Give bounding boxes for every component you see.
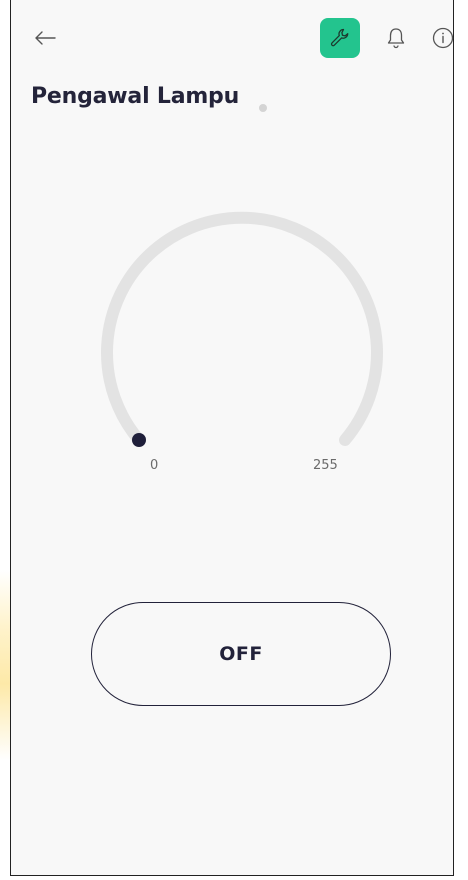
brightness-slider[interactable] <box>99 200 389 450</box>
left-edge-decoration <box>0 570 10 760</box>
info-button[interactable] <box>427 22 459 54</box>
power-toggle-button[interactable]: OFF <box>91 602 391 706</box>
info-icon <box>432 27 454 49</box>
page-title: Pengawal Lampu <box>31 84 240 109</box>
notifications-button[interactable] <box>380 22 412 54</box>
toggle-label: OFF <box>219 643 263 665</box>
slider-max-label: 255 <box>313 458 338 473</box>
back-button[interactable] <box>29 22 61 54</box>
settings-button[interactable] <box>320 18 360 58</box>
slider-min-label: 0 <box>150 458 159 473</box>
arrow-left-icon <box>35 31 56 45</box>
bell-icon <box>387 28 405 49</box>
device-status-dot <box>259 104 267 112</box>
wrench-icon <box>330 28 349 47</box>
app-screen: Pengawal Lampu 0 255 OFF <box>10 0 454 876</box>
slider-knob[interactable] <box>132 433 146 447</box>
